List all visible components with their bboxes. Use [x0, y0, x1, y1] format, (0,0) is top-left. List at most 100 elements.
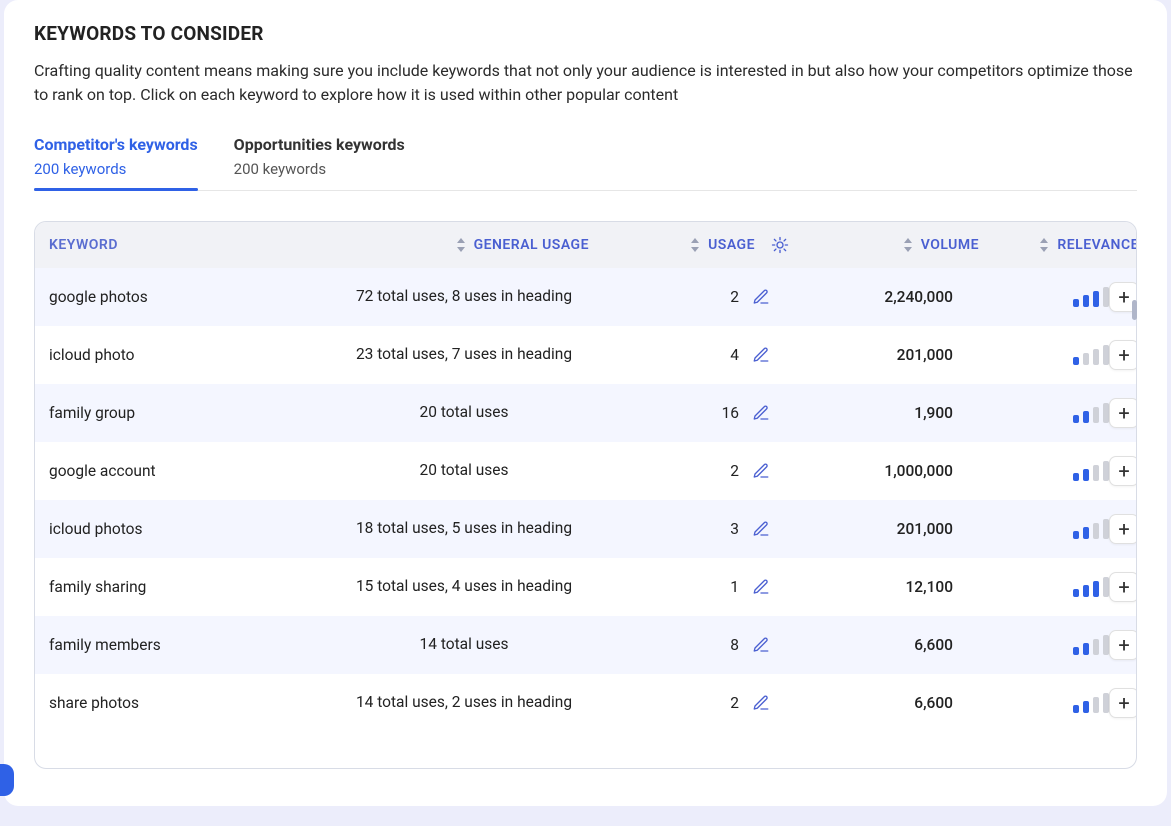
table-row[interactable]: icloud photos18 total uses, 5 uses in he…	[35, 500, 1136, 558]
keyword-cell: family members	[49, 636, 339, 654]
table-header: KEYWORD GENERAL USAGE USAGE	[35, 222, 1136, 268]
keyword-cell: icloud photo	[49, 346, 339, 364]
usage-value: 16	[722, 404, 739, 422]
relevance-bar	[1073, 647, 1079, 655]
col-usage-label: USAGE	[708, 237, 755, 253]
add-cell: +	[1109, 456, 1136, 486]
add-button[interactable]: +	[1109, 514, 1136, 544]
edit-icon[interactable]	[751, 635, 771, 655]
volume-cell: 6,600	[789, 636, 979, 654]
volume-cell: 2,240,000	[789, 288, 979, 306]
edit-icon[interactable]	[751, 287, 771, 307]
table-row[interactable]: family group20 total uses161,900+	[35, 384, 1136, 442]
usage-value: 3	[730, 520, 739, 538]
add-cell: +	[1109, 340, 1136, 370]
col-relevance[interactable]: RELEVANCE	[979, 236, 1137, 254]
add-button[interactable]: +	[1109, 688, 1136, 718]
keywords-card: KEYWORDS TO CONSIDER Crafting quality co…	[4, 0, 1167, 806]
add-button[interactable]: +	[1109, 630, 1136, 660]
relevance-cell	[979, 577, 1109, 597]
relevance-cell	[979, 635, 1109, 655]
usage-cell: 16	[589, 403, 789, 423]
relevance-bar	[1083, 295, 1089, 307]
keyword-cell: share photos	[49, 694, 339, 712]
usage-value: 8	[730, 636, 739, 654]
volume-cell: 1,000,000	[789, 462, 979, 480]
col-usage[interactable]: USAGE	[589, 236, 789, 254]
usage-cell: 3	[589, 519, 789, 539]
relevance-cell	[979, 345, 1109, 365]
col-keyword[interactable]: KEYWORD	[49, 236, 339, 254]
table-row[interactable]: family members14 total uses 8 6,600 +	[35, 616, 1136, 674]
usage-value: 2	[730, 694, 739, 712]
add-cell: +	[1109, 688, 1136, 718]
col-keyword-label: KEYWORD	[49, 237, 118, 253]
general-usage-cell: 18 total uses, 5 uses in heading	[339, 518, 589, 540]
keyword-cell: family group	[49, 404, 339, 422]
col-volume-label: VOLUME	[921, 237, 979, 253]
relevance-cell	[979, 461, 1109, 481]
general-usage-cell: 14 total uses, 2 uses in heading	[339, 692, 589, 714]
col-volume[interactable]: VOLUME	[789, 236, 979, 254]
relevance-bar	[1083, 353, 1089, 365]
general-usage-cell: 14 total uses	[339, 634, 589, 656]
usage-cell: 8	[589, 635, 789, 655]
add-button[interactable]: +	[1109, 572, 1136, 602]
sort-icon	[456, 238, 466, 252]
usage-cell: 4	[589, 345, 789, 365]
page-title: KEYWORDS TO CONSIDER	[34, 22, 1137, 45]
relevance-cell	[979, 403, 1109, 423]
sort-icon	[1039, 238, 1049, 252]
add-button[interactable]: +	[1109, 398, 1136, 428]
relevance-bar	[1073, 473, 1079, 481]
edit-icon[interactable]	[751, 403, 771, 423]
relevance-bar	[1093, 407, 1099, 423]
usage-cell: 1	[589, 577, 789, 597]
volume-cell: 201,000	[789, 520, 979, 538]
add-cell: +	[1109, 630, 1136, 660]
edit-icon[interactable]	[751, 577, 771, 597]
volume-cell: 12,100	[789, 578, 979, 596]
relevance-bar	[1083, 469, 1089, 481]
keyword-cell: family sharing	[49, 578, 339, 596]
add-cell: +	[1109, 398, 1136, 428]
relevance-bar	[1073, 531, 1079, 539]
keyword-cell: google account	[49, 462, 339, 480]
table-row[interactable]: icloud photo23 total uses, 7 uses in hea…	[35, 326, 1136, 384]
add-cell: +	[1109, 572, 1136, 602]
edit-icon[interactable]	[751, 693, 771, 713]
add-button[interactable]: +	[1109, 340, 1136, 370]
usage-value: 2	[730, 288, 739, 306]
tab-opportunities[interactable]: Opportunities keywords200 keywords	[234, 135, 405, 190]
relevance-cell	[979, 693, 1109, 713]
tabs: Competitor's keywords200 keywords Opportu…	[34, 135, 1137, 191]
tab-sub: 200 keywords	[34, 160, 198, 178]
sort-icon	[903, 238, 913, 252]
relevance-bar	[1093, 349, 1099, 365]
relevance-bar	[1073, 357, 1079, 365]
table-row[interactable]: google account20 total uses21,000,000+	[35, 442, 1136, 500]
col-general-usage[interactable]: GENERAL USAGE	[339, 236, 589, 254]
relevance-bar	[1083, 585, 1089, 597]
edit-icon[interactable]	[751, 461, 771, 481]
relevance-bar	[1093, 465, 1099, 481]
relevance-bar	[1093, 639, 1099, 655]
general-usage-cell: 20 total uses	[339, 460, 589, 482]
volume-cell: 201,000	[789, 346, 979, 364]
relevance-bar	[1073, 299, 1079, 307]
tab-title: Opportunities keywords	[234, 135, 405, 154]
scrollbar-thumb[interactable]	[1132, 300, 1137, 320]
table-row[interactable]: family sharing15 total uses, 4 uses in h…	[35, 558, 1136, 616]
add-button[interactable]: +	[1109, 456, 1136, 486]
table-row[interactable]: google photos72 total uses, 8 uses in he…	[35, 268, 1136, 326]
tab-competitors[interactable]: Competitor's keywords200 keywords	[34, 135, 198, 190]
edit-icon[interactable]	[751, 345, 771, 365]
relevance-bar	[1083, 701, 1089, 713]
table-row[interactable]: share photos14 total uses, 2 uses in hea…	[35, 674, 1136, 732]
general-usage-cell: 15 total uses, 4 uses in heading	[339, 576, 589, 598]
volume-cell: 6,600	[789, 694, 979, 712]
edit-icon[interactable]	[751, 519, 771, 539]
side-handle[interactable]	[0, 764, 14, 796]
relevance-cell	[979, 519, 1109, 539]
sort-icon	[690, 238, 700, 252]
